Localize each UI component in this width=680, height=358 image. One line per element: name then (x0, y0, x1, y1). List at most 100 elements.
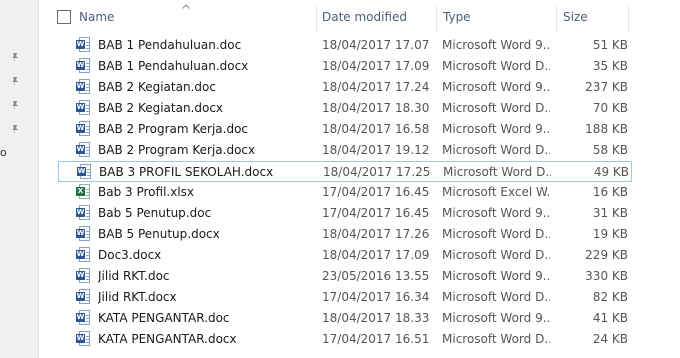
file-name: Jilid RKT.docx (98, 290, 177, 304)
file-size: 229 KB (585, 248, 628, 262)
file-size: 58 KB (592, 143, 628, 157)
file-date-modified: 18/04/2017 17.07 (322, 38, 430, 52)
file-type: Microsoft Word D... (442, 143, 550, 157)
file-row[interactable]: W KATA PENGANTAR.doc 18/04/2017 18.33 Micro… (58, 308, 632, 329)
file-size: 82 KB (592, 290, 628, 304)
file-type: Microsoft Word D... (442, 248, 550, 262)
file-size: 237 KB (585, 80, 628, 94)
word-doc-icon: W (76, 142, 90, 158)
file-type: Microsoft Word D... (442, 290, 550, 304)
file-row[interactable]: W BAB 2 Kegiatan.docx 18/04/2017 18.30 Micr… (58, 98, 632, 119)
file-name: Bab 3 Profil.xlsx (98, 185, 194, 199)
file-row[interactable]: W BAB 5 Penutup.docx 18/04/2017 17.26 Micro… (58, 224, 632, 245)
file-type: Microsoft Word D... (442, 59, 550, 73)
file-date-modified: 18/04/2017 17.09 (322, 59, 430, 73)
pin-icon[interactable] (10, 76, 20, 86)
word-doc-icon: W (76, 310, 90, 326)
file-row[interactable]: W Doc3.docx 18/04/2017 17.09 Microsoft Word… (58, 245, 632, 266)
file-size: 330 KB (585, 269, 628, 283)
file-row[interactable]: X Bab 3 Profil.xlsx 17/04/2017 16.45 Micros… (58, 182, 632, 203)
word-doc-icon: W (76, 205, 90, 221)
file-type: Microsoft Word D... (442, 332, 550, 346)
file-type: Microsoft Word 9... (442, 206, 550, 220)
file-type: Microsoft Word 9... (442, 269, 550, 283)
file-type: Microsoft Word 9... (442, 80, 550, 94)
file-name: KATA PENGANTAR.doc (98, 311, 230, 325)
file-date-modified: 18/04/2017 19.12 (322, 143, 430, 157)
file-size: 31 KB (592, 206, 628, 220)
file-row[interactable]: W BAB 1 Pendahuluan.docx 18/04/2017 17.09 M… (58, 56, 632, 77)
file-size: 35 KB (592, 59, 628, 73)
file-type: Microsoft Word D... (442, 101, 550, 115)
word-doc-icon: W (76, 268, 90, 284)
column-header-name[interactable]: Name (79, 0, 114, 34)
file-row[interactable]: W BAB 2 Program Kerja.docx 18/04/2017 19.1… (58, 140, 632, 161)
file-name: BAB 1 Pendahuluan.doc (98, 38, 242, 52)
file-size: 19 KB (592, 227, 628, 241)
file-name: Jilid RKT.doc (98, 269, 170, 283)
file-name: BAB 1 Pendahuluan.docx (98, 59, 249, 73)
file-row[interactable]: W BAB 1 Pendahuluan.doc 18/04/2017 17.07 Mi… (58, 35, 632, 56)
file-date-modified: 18/04/2017 18.33 (322, 311, 430, 325)
file-name: BAB 3 PROFIL SEKOLAH.docx (99, 165, 274, 179)
file-row[interactable]: W BAB 2 Program Kerja.doc 18/04/2017 16.58… (58, 119, 632, 140)
file-name: BAB 2 Kegiatan.doc (98, 80, 216, 94)
pin-icon[interactable] (10, 100, 20, 110)
file-type: Microsoft Word 9... (442, 122, 550, 136)
file-name: Doc3.docx (98, 248, 162, 262)
word-doc-icon: W (76, 247, 90, 263)
navigation-pane[interactable]: o (0, 0, 39, 358)
file-date-modified: 18/04/2017 16.58 (322, 122, 430, 136)
file-size: 70 KB (592, 101, 628, 115)
file-type: Microsoft Word D... (443, 165, 551, 179)
file-date-modified: 18/04/2017 17.25 (323, 165, 431, 179)
file-date-modified: 18/04/2017 17.09 (322, 248, 430, 262)
file-name: BAB 2 Kegiatan.docx (98, 101, 224, 115)
file-size: 24 KB (592, 332, 628, 346)
sort-ascending-icon (182, 4, 190, 9)
file-date-modified: 17/04/2017 16.51 (322, 332, 430, 346)
word-doc-icon: W (76, 58, 90, 74)
file-row[interactable]: W Jilid RKT.doc 23/05/2016 13.55 Microsoft … (58, 266, 632, 287)
file-date-modified: 18/04/2017 17.24 (322, 80, 430, 94)
word-doc-icon: W (76, 226, 90, 242)
column-divider[interactable] (316, 6, 317, 32)
file-date-modified: 18/04/2017 18.30 (322, 101, 430, 115)
file-size: 188 KB (585, 122, 628, 136)
file-row[interactable]: W KATA PENGANTAR.docx 17/04/2017 16.51 Micr… (58, 329, 632, 350)
word-doc-icon: W (76, 100, 90, 116)
file-date-modified: 17/04/2017 16.45 (322, 185, 430, 199)
excel-doc-icon: X (76, 184, 90, 200)
select-all-checkbox[interactable] (57, 10, 71, 24)
file-type: Microsoft Word 9... (442, 38, 550, 52)
file-row[interactable]: W BAB 3 PROFIL SEKOLAH.docx 18/04/2017 17.… (58, 161, 632, 182)
file-type: Microsoft Word D... (442, 227, 550, 241)
file-name: Bab 5 Penutup.doc (98, 206, 212, 220)
word-doc-icon: W (76, 79, 90, 95)
nav-item-partial-label[interactable]: o (0, 146, 7, 159)
file-name: BAB 2 Program Kerja.doc (98, 122, 249, 136)
word-doc-icon: W (76, 121, 90, 137)
column-header-type[interactable]: Type (443, 0, 471, 34)
pin-icon[interactable] (10, 124, 20, 134)
file-row[interactable]: W Jilid RKT.docx 17/04/2017 16.34 Microsoft… (58, 287, 632, 308)
file-name: KATA PENGANTAR.docx (98, 332, 237, 346)
column-header-size[interactable]: Size (563, 0, 588, 34)
column-header: Name Date modified Type Size (48, 0, 680, 34)
file-date-modified: 17/04/2017 16.34 (322, 290, 430, 304)
file-name: BAB 2 Program Kerja.docx (98, 143, 256, 157)
file-row[interactable]: W BAB 2 Kegiatan.doc 18/04/2017 17.24 Micro… (58, 77, 632, 98)
file-name: BAB 5 Penutup.docx (98, 227, 220, 241)
pin-icon[interactable] (10, 52, 20, 62)
file-size: 41 KB (592, 311, 628, 325)
column-divider[interactable] (556, 6, 557, 32)
column-divider[interactable] (628, 6, 629, 32)
word-doc-icon: W (76, 37, 90, 53)
column-divider[interactable] (436, 6, 437, 32)
file-type: Microsoft Excel W... (442, 185, 550, 199)
file-size: 51 KB (592, 38, 628, 52)
file-date-modified: 23/05/2016 13.55 (322, 269, 430, 283)
word-doc-icon: W (77, 164, 91, 180)
file-row[interactable]: W Bab 5 Penutup.doc 17/04/2017 16.45 Micros… (58, 203, 632, 224)
column-header-date-modified[interactable]: Date modified (322, 0, 407, 34)
